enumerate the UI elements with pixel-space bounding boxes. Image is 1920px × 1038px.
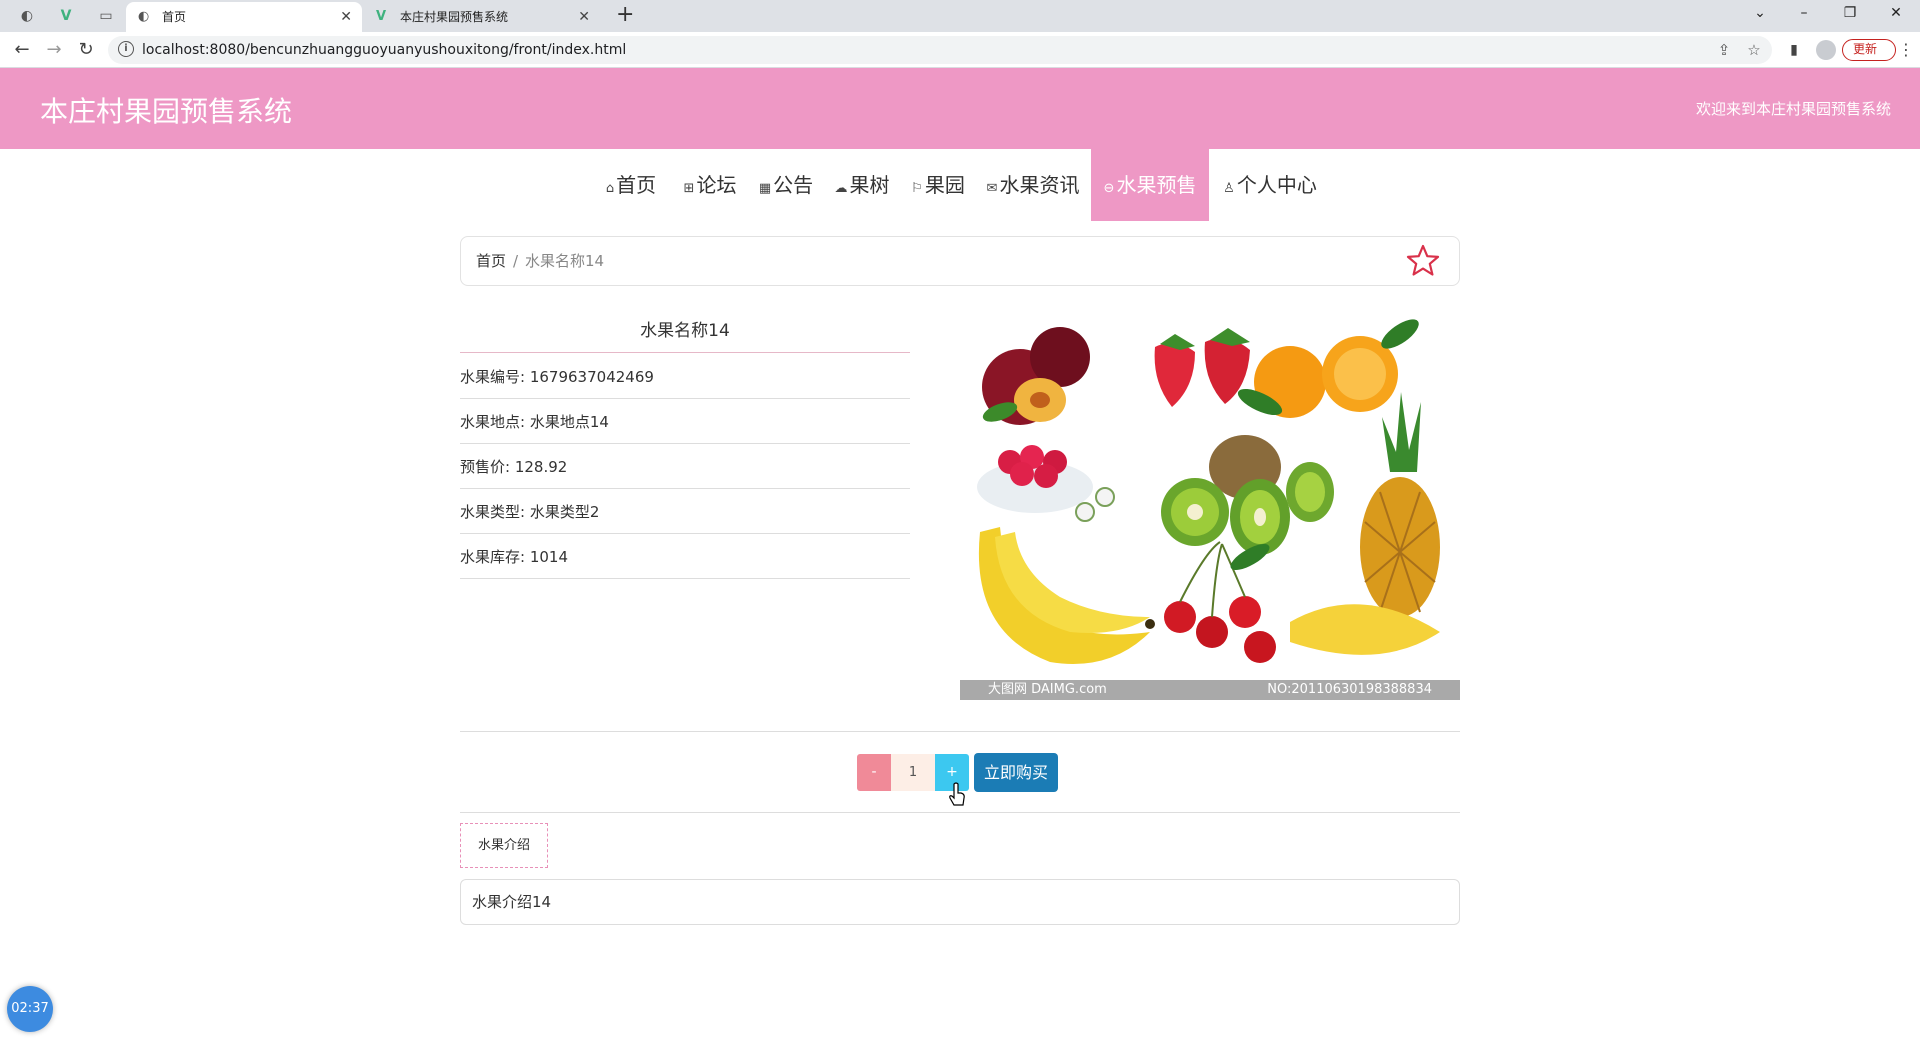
side-panel-icon[interactable]: ▮: [1784, 42, 1804, 60]
close-icon[interactable]: ✕: [340, 2, 352, 32]
nav-item-fruit-news[interactable]: ✉ 水果资讯: [984, 149, 1082, 221]
vue-icon[interactable]: V: [56, 6, 76, 26]
main-nav: ⌂ 首页 ⊞ 论坛 ▦ 公告 ☁ 果树 ⚐ 果园 ✉ 水果资讯 ⊖ 水果预售 ♙ 个人中心: [0, 149, 1920, 221]
nav-item-orchard[interactable]: ⚐ 果园: [908, 149, 968, 221]
field-fruit-stock: 水果库存: 1014: [460, 534, 910, 579]
nav-item-fruit-presale[interactable]: ⊖ 水果预售: [1091, 149, 1209, 221]
minimize-icon[interactable]: –: [1784, 0, 1824, 28]
field-fruit-type: 水果类型: 水果类型2: [460, 489, 910, 534]
quantity-input[interactable]: 1: [891, 754, 935, 791]
fruit-intro-content: 水果介绍14: [460, 879, 1460, 925]
favorite-star-icon[interactable]: [1405, 243, 1441, 279]
quantity-decrement-button[interactable]: -: [857, 754, 891, 791]
product-name: 水果名称14: [640, 321, 730, 341]
nav-item-fruit-tree[interactable]: ☁ 果树: [832, 149, 892, 221]
home-icon: ⌂: [605, 181, 615, 196]
field-fruit-location: 水果地点: 水果地点14: [460, 399, 910, 444]
browser-tab-system[interactable]: V 本庄村果园预售系统 ✕: [364, 2, 600, 32]
buy-now-button[interactable]: 立即购买: [974, 753, 1058, 792]
site-title: 本庄村果园预售系统: [40, 95, 293, 128]
tab-fruit-intro[interactable]: 水果介绍: [460, 823, 548, 868]
update-button[interactable]: 更新: [1842, 39, 1896, 61]
nav-item-forum[interactable]: ⊞ 论坛: [680, 149, 740, 221]
breadcrumb-separator: /: [513, 252, 519, 270]
breadcrumb-current: 水果名称14: [525, 252, 605, 270]
browser-tab-home[interactable]: ◐ 首页 ✕: [126, 2, 362, 32]
vue-icon: V: [376, 9, 387, 24]
globe-icon: ◐: [138, 9, 150, 24]
divider: [460, 812, 1460, 813]
breadcrumb: 首页 / 水果名称14: [460, 236, 1460, 286]
address-bar-row: ← → ↻ i localhost:8080/bencunzhuangguoyu…: [0, 32, 1920, 68]
share-icon[interactable]: ⇪: [1714, 40, 1734, 60]
url-box[interactable]: i localhost:8080/bencunzhuangguoyuanyush…: [108, 36, 1772, 64]
back-icon[interactable]: ←: [10, 38, 34, 62]
field-fruit-id: 水果编号: 1679637042469: [460, 354, 910, 399]
welcome-text: 欢迎来到本庄村果园预售系统: [1695, 100, 1891, 118]
nav-item-user-center[interactable]: ♙ 个人中心: [1220, 149, 1320, 221]
mail-icon: ✉: [986, 181, 998, 196]
bookmark-star-icon[interactable]: ☆: [1744, 40, 1764, 60]
flag-icon: ⚐: [911, 181, 923, 196]
url-text[interactable]: localhost:8080/bencunzhuangguoyuanyushou…: [142, 36, 626, 64]
field-presale-price: 预售价: 128.92: [460, 444, 910, 489]
tree-icon: ☁: [834, 181, 848, 196]
hand-cursor-icon: [949, 782, 965, 806]
presale-icon: ⊖: [1103, 181, 1115, 196]
reload-icon[interactable]: ↻: [74, 38, 98, 62]
forward-icon[interactable]: →: [42, 38, 66, 62]
divider: [460, 731, 1460, 732]
user-icon: ♙: [1223, 181, 1235, 196]
globe-icon[interactable]: ◐: [17, 6, 37, 26]
browser-tab-bar: ◐ V ▭ ◐ 首页 ✕ V 本庄村果园预售系统 ✕ + ⌄ – ❐ ✕: [0, 0, 1920, 32]
nav-item-notice[interactable]: ▦ 公告: [756, 149, 816, 221]
site-header: 本庄村果园预售系统 欢迎来到本庄村果园预售系统: [0, 68, 1920, 149]
tab-search-icon[interactable]: ⌄: [1740, 0, 1780, 28]
blank-tab-icon[interactable]: ▭: [96, 6, 116, 26]
close-icon[interactable]: ✕: [578, 2, 590, 32]
timer-badge[interactable]: 02:37: [7, 986, 53, 1032]
fruit-collage-image: [977, 319, 1440, 664]
nav-item-home[interactable]: ⌂ 首页: [600, 149, 662, 221]
new-tab-button[interactable]: +: [616, 2, 634, 28]
product-image: 大图网 DAIMG.com NO:20110630198388834: [960, 312, 1460, 700]
site-info-icon[interactable]: i: [118, 41, 134, 57]
more-menu-icon[interactable]: ⋮: [1898, 40, 1914, 59]
profile-avatar[interactable]: [1816, 40, 1836, 60]
breadcrumb-home-link[interactable]: 首页: [476, 237, 506, 285]
restore-icon[interactable]: ❐: [1830, 0, 1870, 28]
notice-icon: ▦: [758, 181, 772, 196]
image-watermark: 大图网 DAIMG.com NO:20110630198388834: [960, 680, 1460, 700]
forum-icon: ⊞: [683, 181, 695, 196]
window-close-icon[interactable]: ✕: [1876, 0, 1916, 28]
title-divider: [460, 352, 910, 353]
